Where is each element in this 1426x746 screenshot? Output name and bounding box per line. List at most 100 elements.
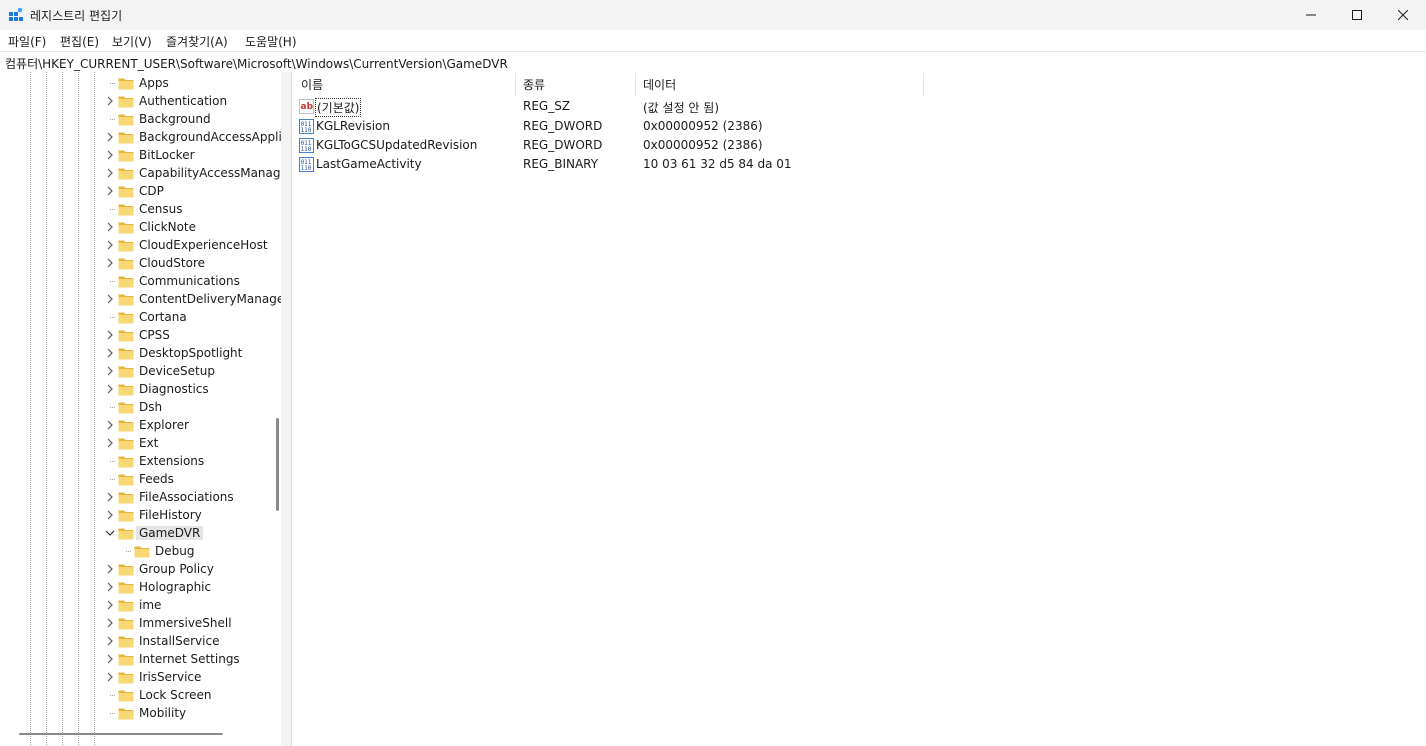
tree-item-mobility[interactable]: Mobility	[104, 704, 186, 722]
tree-item-ime[interactable]: ime	[104, 596, 161, 614]
chevron-right-icon[interactable]	[104, 254, 116, 272]
tree-item-diagnostics[interactable]: Diagnostics	[104, 380, 209, 398]
tree-item-background[interactable]: Background	[104, 110, 211, 128]
values-list-pane[interactable]: 이름 종류 데이터 ab (기본값) REG_SZ (값 설정 안 됨) 011…	[291, 72, 1426, 746]
chevron-right-icon[interactable]	[104, 182, 116, 200]
chevron-right-icon[interactable]	[104, 488, 116, 506]
menu-file[interactable]: 파일(F)	[8, 33, 46, 50]
tree-item-census[interactable]: Census	[104, 200, 182, 218]
chevron-right-icon[interactable]	[104, 236, 116, 254]
tree-item-label: CapabilityAccessManage	[139, 166, 282, 180]
column-header-type[interactable]: 종류	[523, 72, 545, 96]
tree-item-authentication[interactable]: Authentication	[104, 92, 227, 110]
column-header-data[interactable]: 데이터	[643, 72, 676, 96]
tree-item-communications[interactable]: Communications	[104, 272, 240, 290]
tree-item-apps[interactable]: Apps	[104, 74, 169, 92]
chevron-right-icon[interactable]	[104, 632, 116, 650]
tree-item-desktopspotlight[interactable]: DesktopSpotlight	[104, 344, 242, 362]
tree-item-extensions[interactable]: Extensions	[104, 452, 204, 470]
tree-horizontal-scrollbar[interactable]	[19, 733, 223, 735]
folder-icon	[118, 330, 134, 342]
tree-item-immersiveshell[interactable]: ImmersiveShell	[104, 614, 232, 632]
tree-item-cloudexperiencehost[interactable]: CloudExperienceHost	[104, 236, 268, 254]
tree-item-contentdeliverymanage[interactable]: ContentDeliveryManage	[104, 290, 281, 308]
chevron-right-icon[interactable]	[104, 578, 116, 596]
chevron-right-icon[interactable]	[104, 146, 116, 164]
chevron-right-icon[interactable]	[104, 164, 116, 182]
column-divider[interactable]	[635, 74, 636, 96]
chevron-right-icon[interactable]	[104, 416, 116, 434]
minimize-button[interactable]	[1288, 0, 1334, 30]
tree-item-gamedvr[interactable]: GameDVR	[104, 524, 204, 542]
value-row[interactable]: 011 110 KGLRevision REG_DWORD 0x00000952…	[292, 117, 1192, 136]
tree-vertical-scrollbar[interactable]	[276, 418, 279, 511]
chevron-right-icon[interactable]	[104, 560, 116, 578]
tree-item-ext[interactable]: Ext	[104, 434, 158, 452]
tree-item-explorer[interactable]: Explorer	[104, 416, 189, 434]
tree-item-fileassociations[interactable]: FileAssociations	[104, 488, 234, 506]
pane-splitter[interactable]	[281, 72, 291, 746]
tree-item-label: Lock Screen	[139, 688, 212, 702]
close-button[interactable]	[1380, 0, 1426, 30]
chevron-right-icon[interactable]	[104, 668, 116, 686]
tree-connector	[104, 200, 116, 218]
tree-item-devicesetup[interactable]: DeviceSetup	[104, 362, 215, 380]
value-row[interactable]: 011 110 LastGameActivity REG_BINARY 10 0…	[292, 155, 1192, 174]
address-bar[interactable]: 컴퓨터\HKEY_CURRENT_USER\Software\Microsoft…	[0, 51, 1426, 73]
chevron-right-icon[interactable]	[104, 344, 116, 362]
value-data: 10 03 61 32 d5 84 da 01	[643, 157, 792, 171]
value-type: REG_BINARY	[523, 157, 599, 171]
column-divider[interactable]	[923, 74, 924, 96]
chevron-down-icon[interactable]	[104, 524, 116, 542]
address-path[interactable]: 컴퓨터\HKEY_CURRENT_USER\Software\Microsoft…	[5, 55, 508, 72]
menu-edit[interactable]: 편집(E)	[60, 33, 99, 50]
menu-view[interactable]: 보기(V)	[112, 33, 152, 50]
tree-item-installservice[interactable]: InstallService	[104, 632, 219, 650]
tree-item-cloudstore[interactable]: CloudStore	[104, 254, 205, 272]
chevron-right-icon[interactable]	[104, 380, 116, 398]
chevron-right-icon[interactable]	[104, 362, 116, 380]
menu-help[interactable]: 도움말(H)	[245, 33, 297, 50]
tree-item-capabilityaccessmanage[interactable]: CapabilityAccessManage	[104, 164, 282, 182]
chevron-right-icon[interactable]	[104, 92, 116, 110]
chevron-right-icon[interactable]	[104, 326, 116, 344]
tree-item-filehistory[interactable]: FileHistory	[104, 506, 202, 524]
chevron-right-icon[interactable]	[104, 290, 116, 308]
tree-item-irisservice[interactable]: IrisService	[104, 668, 201, 686]
tree-item-feeds[interactable]: Feeds	[104, 470, 174, 488]
maximize-button[interactable]	[1334, 0, 1380, 30]
chevron-right-icon[interactable]	[104, 596, 116, 614]
key-tree-pane[interactable]: Apps Authentication Background BackgroundAc…	[0, 72, 282, 746]
tree-item-dsh[interactable]: Dsh	[104, 398, 162, 416]
tree-item-cortana[interactable]: Cortana	[104, 308, 187, 326]
value-row[interactable]: 011 110 KGLToGCSUpdatedRevision REG_DWOR…	[292, 136, 1192, 155]
tree-item-holographic[interactable]: Holographic	[104, 578, 211, 596]
svg-text:110: 110	[301, 127, 312, 134]
folder-icon	[134, 546, 150, 558]
tree-item-debug[interactable]: Debug	[120, 542, 194, 560]
value-row[interactable]: ab (기본값) REG_SZ (값 설정 안 됨)	[292, 97, 1192, 117]
chevron-right-icon[interactable]	[104, 434, 116, 452]
column-header-name[interactable]: 이름	[301, 72, 323, 96]
chevron-right-icon[interactable]	[104, 614, 116, 632]
tree-item-clicknote[interactable]: ClickNote	[104, 218, 196, 236]
chevron-right-icon[interactable]	[104, 506, 116, 524]
tree-item-lock-screen[interactable]: Lock Screen	[104, 686, 211, 704]
tree-item-group-policy[interactable]: Group Policy	[104, 560, 214, 578]
tree-item-cpss[interactable]: CPSS	[104, 326, 170, 344]
value-type: REG_SZ	[523, 99, 571, 113]
column-divider[interactable]	[515, 74, 516, 96]
chevron-right-icon[interactable]	[104, 128, 116, 146]
tree-item-cdp[interactable]: CDP	[104, 182, 164, 200]
svg-text:110: 110	[301, 165, 312, 172]
tree-item-label: Dsh	[139, 400, 163, 414]
tree-item-internet-settings[interactable]: Internet Settings	[104, 650, 240, 668]
chevron-right-icon[interactable]	[104, 218, 116, 236]
tree-item-label: Cortana	[139, 310, 187, 324]
menu-favorites[interactable]: 즐겨찾기(A)	[166, 33, 228, 50]
tree-item-backgroundaccessapplic[interactable]: BackgroundAccessApplic	[104, 128, 281, 146]
tree-item-label: CDP	[139, 184, 164, 198]
chevron-right-icon[interactable]	[104, 650, 116, 668]
tree-item-bitlocker[interactable]: BitLocker	[104, 146, 195, 164]
tree-item-label: Internet Settings	[139, 652, 240, 666]
